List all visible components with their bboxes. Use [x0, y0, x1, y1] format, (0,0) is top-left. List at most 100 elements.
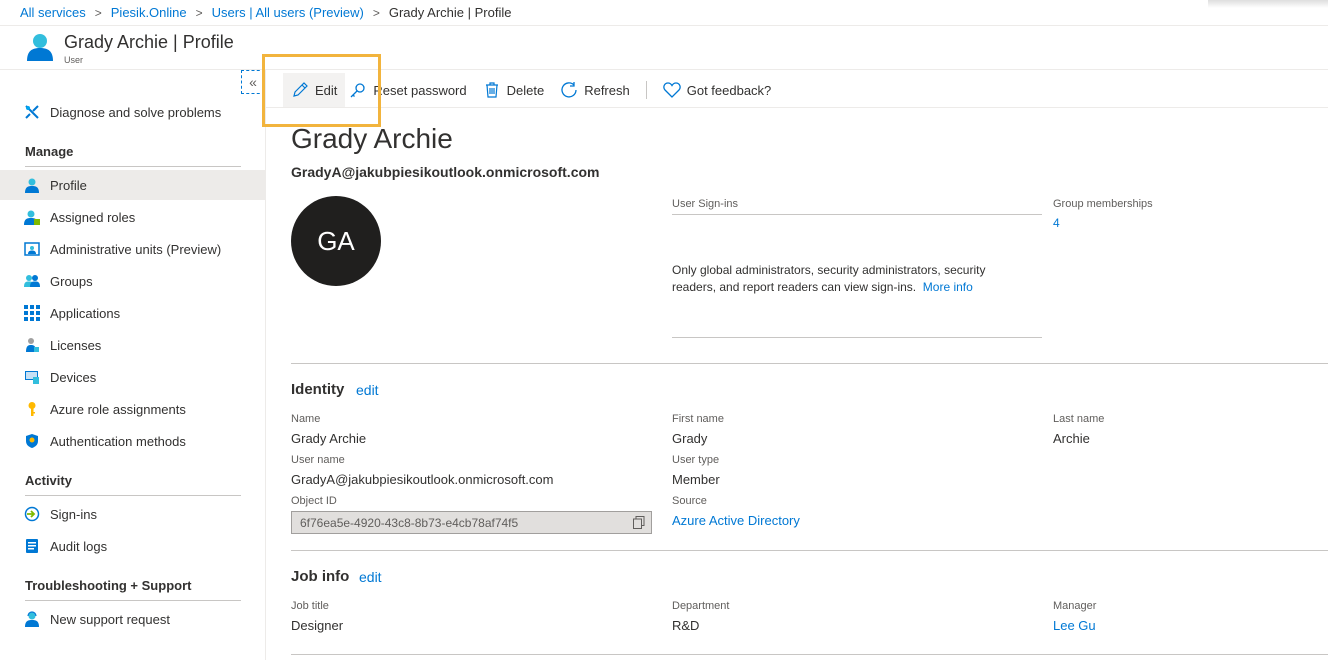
- refresh-label: Refresh: [584, 82, 630, 98]
- sign-ins-label: User Sign-ins: [672, 198, 1042, 215]
- top-shadow: [1208, 0, 1328, 8]
- user-type-value: Member: [672, 472, 720, 487]
- sign-ins-divider: [672, 337, 1042, 338]
- sidebar-item-label: Audit logs: [50, 538, 108, 554]
- section-divider: [291, 363, 1328, 364]
- sidebar-item-label: Sign-ins: [50, 506, 97, 522]
- user-name-value: GradyA@jakubpiesikoutlook.onmicrosoft.co…: [291, 472, 554, 487]
- chevron-right-icon: >: [372, 5, 380, 20]
- groups-icon: [24, 273, 40, 289]
- delete-button[interactable]: Delete: [475, 73, 553, 107]
- breadcrumb-current: Grady Archie | Profile: [388, 5, 512, 20]
- refresh-button[interactable]: Refresh: [552, 73, 638, 107]
- breadcrumb-all-services[interactable]: All services: [20, 5, 86, 20]
- refresh-icon: [560, 81, 578, 99]
- sidebar-item-authentication-methods[interactable]: Authentication methods: [0, 426, 265, 456]
- breadcrumb: All services > Piesik.Online > Users | A…: [0, 0, 1328, 26]
- section-divider: [291, 550, 1328, 551]
- sidebar-item-label: Authentication methods: [50, 433, 186, 449]
- key-icon: [24, 401, 40, 417]
- sidebar-item-licenses[interactable]: Licenses: [0, 330, 265, 360]
- job-info-edit-link[interactable]: edit: [359, 569, 382, 585]
- group-memberships-label: Group memberships: [1053, 198, 1153, 210]
- object-id-field[interactable]: 6f76ea5e-4920-43c8-8b73-e4cb78af74f5: [291, 511, 652, 534]
- page-title: Grady Archie | Profile: [64, 32, 234, 52]
- sidebar-item-profile[interactable]: Profile: [0, 170, 265, 200]
- sidebar: « Diagnose and solve problems Manage Pro…: [0, 70, 266, 660]
- source-label: Source: [672, 495, 707, 507]
- sign-in-icon: [24, 506, 40, 522]
- trash-icon: [483, 81, 501, 99]
- sidebar-item-administrative-units[interactable]: Administrative units (Preview): [0, 234, 265, 264]
- sidebar-item-label: Assigned roles: [50, 209, 136, 225]
- support-icon: [24, 611, 40, 627]
- sidebar-item-applications[interactable]: Applications: [0, 298, 265, 328]
- first-name-value: Grady: [672, 431, 708, 446]
- user-name-label: User name: [291, 454, 345, 466]
- source-value-link[interactable]: Azure Active Directory: [672, 513, 800, 528]
- object-id-value: 6f76ea5e-4920-43c8-8b73-e4cb78af74f5: [300, 516, 519, 530]
- department-label: Department: [672, 600, 730, 612]
- user-principal-name: GradyA@jakubpiesikoutlook.onmicrosoft.co…: [291, 164, 600, 180]
- licenses-icon: [24, 337, 40, 353]
- sidebar-item-label: Groups: [50, 273, 93, 289]
- job-info-section-title: Job info: [291, 568, 350, 585]
- devices-icon: [24, 369, 40, 385]
- object-id-label: Object ID: [291, 495, 337, 507]
- job-title-value: Designer: [291, 618, 344, 633]
- sidebar-item-new-support-request[interactable]: New support request: [0, 604, 265, 634]
- sidebar-item-label: New support request: [50, 611, 170, 627]
- toolbar-divider-line: [266, 107, 1328, 108]
- toolbar-divider: [645, 81, 647, 99]
- sidebar-item-audit-logs[interactable]: Audit logs: [0, 531, 265, 561]
- sidebar-item-diagnose[interactable]: Diagnose and solve problems: [0, 97, 265, 127]
- sidebar-item-sign-ins[interactable]: Sign-ins: [0, 499, 265, 529]
- avatar: GA: [291, 196, 381, 286]
- breadcrumb-users[interactable]: Users | All users (Preview): [212, 5, 364, 20]
- page-subtitle: User: [64, 55, 84, 65]
- sidebar-item-label: Administrative units (Preview): [50, 241, 222, 257]
- user-type-label: User type: [672, 454, 720, 466]
- page-header: Grady Archie | Profile User: [0, 26, 1328, 70]
- last-name-value: Archie: [1053, 431, 1090, 446]
- user-display-name: Grady Archie: [291, 123, 453, 154]
- sidebar-item-assigned-roles[interactable]: Assigned roles: [0, 202, 265, 232]
- user-icon: [24, 177, 40, 193]
- chevron-right-icon: >: [94, 5, 102, 20]
- first-name-label: First name: [672, 413, 724, 425]
- name-label: Name: [291, 413, 321, 425]
- admin-units-icon: [24, 241, 40, 257]
- feedback-button[interactable]: Got feedback?: [655, 73, 780, 107]
- audit-logs-icon: [24, 538, 40, 554]
- chevron-right-icon: >: [195, 5, 203, 20]
- sidebar-item-label: Azure role assignments: [50, 401, 186, 417]
- name-value: Grady Archie: [291, 431, 367, 446]
- identity-section-title: Identity: [291, 381, 345, 398]
- heart-icon: [663, 81, 681, 99]
- sidebar-item-label: Devices: [50, 369, 97, 385]
- delete-label: Delete: [506, 82, 545, 98]
- manager-link[interactable]: Lee Gu: [1053, 618, 1096, 633]
- section-troubleshooting: Troubleshooting + Support: [25, 578, 241, 601]
- section-divider: [291, 654, 1328, 655]
- edit-highlight-box: [262, 54, 381, 127]
- group-memberships-link[interactable]: 4: [1053, 216, 1060, 230]
- assigned-roles-icon: [24, 209, 40, 225]
- identity-edit-link[interactable]: edit: [356, 382, 379, 398]
- user-icon: [27, 34, 53, 61]
- sign-ins-message: Only global administrators, security adm…: [672, 262, 1032, 296]
- sidebar-item-groups[interactable]: Groups: [0, 266, 265, 296]
- breadcrumb-tenant[interactable]: Piesik.Online: [111, 5, 187, 20]
- manager-label: Manager: [1053, 600, 1097, 612]
- sidebar-item-label: Profile: [50, 177, 87, 193]
- sidebar-item-devices[interactable]: Devices: [0, 362, 265, 392]
- sidebar-item-label: Applications: [50, 305, 121, 321]
- sidebar-item-label: Diagnose and solve problems: [50, 104, 222, 120]
- feedback-label: Got feedback?: [686, 82, 772, 98]
- section-manage: Manage: [25, 144, 241, 167]
- sidebar-item-azure-role-assignments[interactable]: Azure role assignments: [0, 394, 265, 424]
- department-value: R&D: [672, 618, 700, 633]
- more-info-link[interactable]: More info: [923, 280, 973, 294]
- section-activity: Activity: [25, 473, 241, 496]
- copy-icon[interactable]: [633, 516, 645, 529]
